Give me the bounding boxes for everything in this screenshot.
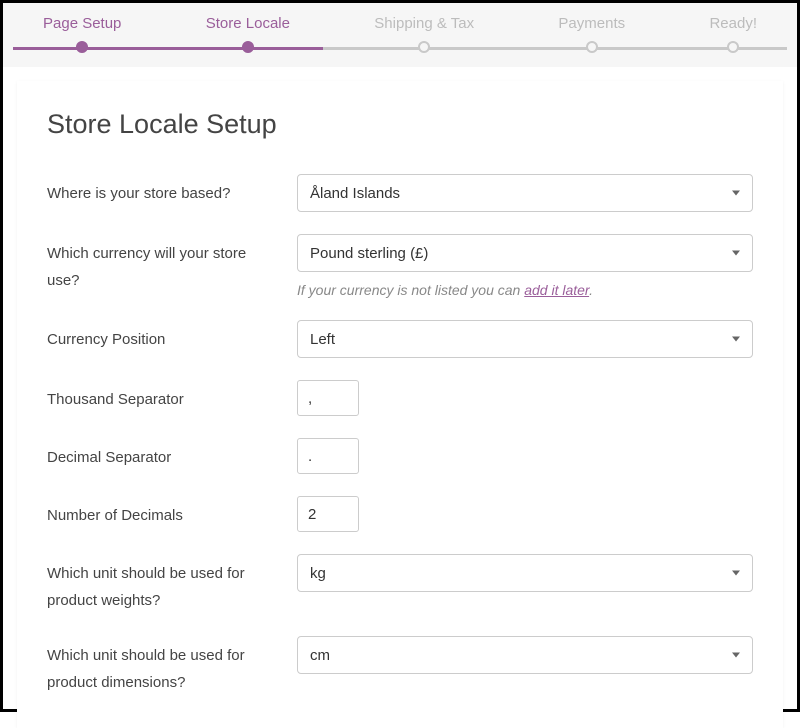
label-decimals: Number of Decimals [47,496,297,529]
step-dot-icon [586,41,598,53]
chevron-down-icon [732,251,740,256]
add-it-later-link[interactable]: add it later [524,282,589,298]
label-weight: Which unit should be used for product we… [47,554,297,614]
step-dot-icon [418,41,430,53]
row-country: Where is your store based? Åland Islands [47,174,753,212]
chevron-down-icon [732,337,740,342]
row-decimals: Number of Decimals [47,496,753,532]
select-value: Left [310,331,335,348]
step-label: Ready! [709,15,757,32]
select-value: kg [310,565,326,582]
step-payments[interactable]: Payments [558,15,625,53]
select-weight-unit[interactable]: kg [297,554,753,592]
label-position: Currency Position [47,320,297,353]
chevron-down-icon [732,571,740,576]
chevron-down-icon [732,191,740,196]
label-dimension: Which unit should be used for product di… [47,636,297,696]
row-thousand: Thousand Separator [47,380,753,416]
row-decimal: Decimal Separator [47,438,753,474]
step-dot-icon [727,41,739,53]
step-dot-icon [76,41,88,53]
step-dot-icon [242,41,254,53]
select-value: cm [310,647,330,664]
step-label: Shipping & Tax [374,15,474,32]
select-position[interactable]: Left [297,320,753,358]
step-shipping-tax[interactable]: Shipping & Tax [374,15,474,53]
input-thousand-separator[interactable] [297,380,359,416]
row-currency: Which currency will your store use? Poun… [47,234,753,298]
page-title: Store Locale Setup [47,109,753,140]
step-label: Store Locale [206,15,290,32]
select-dimension-unit[interactable]: cm [297,636,753,674]
stepper: Page Setup Store Locale Shipping & Tax P… [3,3,797,67]
row-weight: Which unit should be used for product we… [47,554,753,614]
label-country: Where is your store based? [47,174,297,207]
step-store-locale[interactable]: Store Locale [206,15,290,53]
form-card: Store Locale Setup Where is your store b… [17,81,783,728]
select-value: Pound sterling (£) [310,245,428,262]
step-label: Payments [558,15,625,32]
row-position: Currency Position Left [47,320,753,358]
select-country[interactable]: Åland Islands [297,174,753,212]
input-decimal-separator[interactable] [297,438,359,474]
step-page-setup[interactable]: Page Setup [43,15,121,53]
step-ready[interactable]: Ready! [709,15,757,53]
step-label: Page Setup [43,15,121,32]
select-value: Åland Islands [310,185,400,202]
select-currency[interactable]: Pound sterling (£) [297,234,753,272]
row-dimension: Which unit should be used for product di… [47,636,753,696]
label-currency: Which currency will your store use? [47,234,297,294]
label-decimal: Decimal Separator [47,438,297,471]
currency-hint: If your currency is not listed you can a… [297,282,753,298]
label-thousand: Thousand Separator [47,380,297,413]
chevron-down-icon [732,653,740,658]
input-number-of-decimals[interactable] [297,496,359,532]
